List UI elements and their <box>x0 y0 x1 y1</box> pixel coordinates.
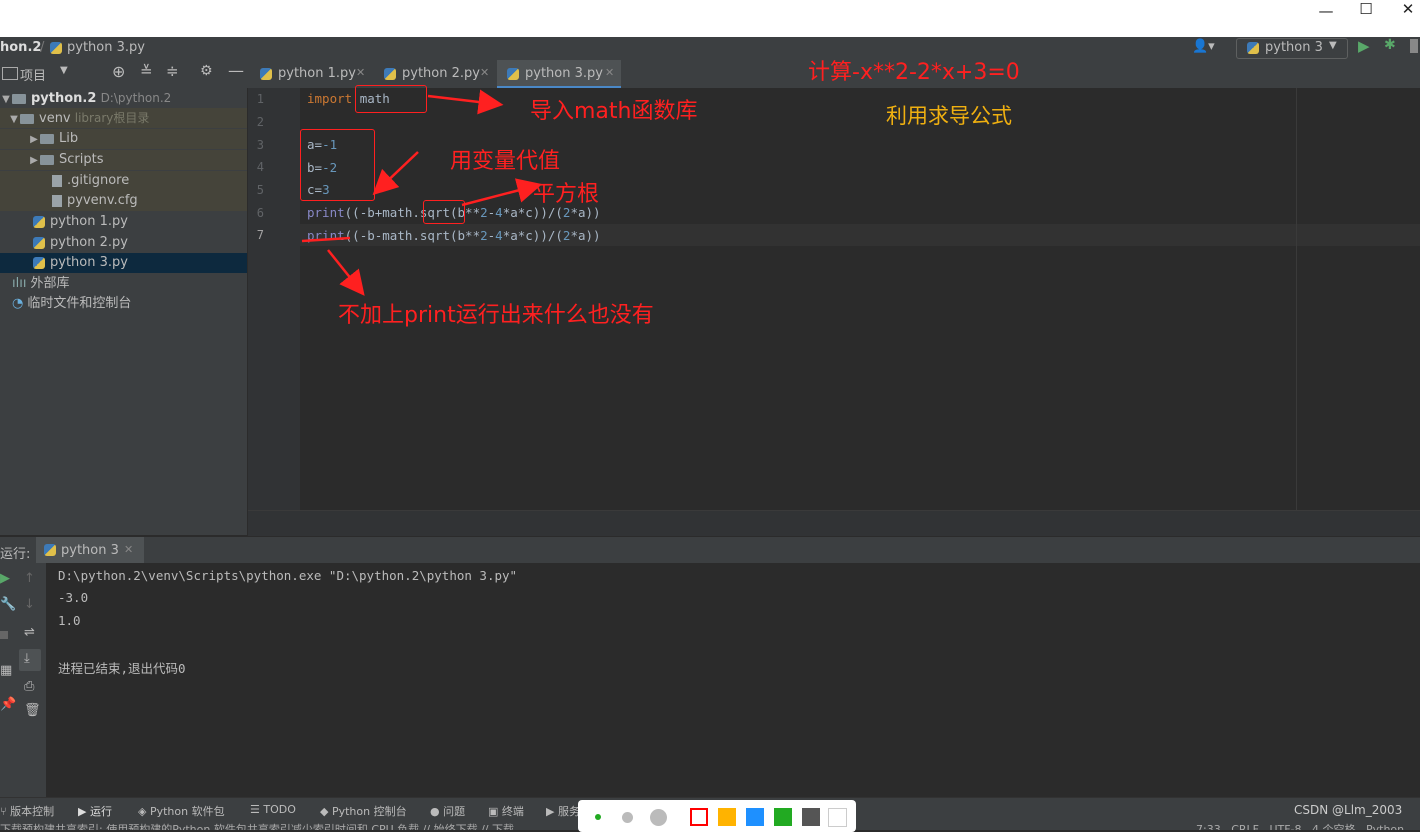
terminal-icon: ▣ <box>488 805 502 818</box>
tab-label: 终端 <box>501 805 524 818</box>
color-swatch-white[interactable] <box>828 808 847 827</box>
run-panel-sidebar: ▶ ↑ 🔧 ↓ ⇌ ⤓ ▦ ⎙ 📌 🗑 <box>0 563 46 797</box>
tab-label: 运行 <box>89 805 112 818</box>
brush-size-medium[interactable] <box>622 812 633 823</box>
package-icon: ◈ <box>138 805 150 818</box>
python-console-icon: ◆ <box>320 805 332 818</box>
tab-run[interactable]: ▶ 运行 <box>78 803 112 819</box>
run-panel-label: 运行: <box>0 547 31 562</box>
console-line: -3.0 <box>58 590 89 605</box>
annotation-print: 不加上print运行出来什么也没有 <box>338 303 654 328</box>
close-tab-icon[interactable]: ✕ <box>124 543 133 556</box>
console-line: 1.0 <box>58 613 81 628</box>
color-swatch-red[interactable] <box>690 808 708 826</box>
tab-label: 服务 <box>557 805 580 818</box>
console-line: D:\python.2\venv\Scripts\python.exe "D:\… <box>58 568 518 583</box>
tab-problems[interactable]: ● 问题 <box>430 803 465 819</box>
status-message[interactable]: 下载预构建共享索引: 使用预构建的Python 软件包共享索引减少索引时间和 C… <box>0 821 525 830</box>
tab-label: Python 控制台 <box>331 805 407 818</box>
status-info[interactable]: 7:33 CRLF UTF-8 4 个空格 Python <box>1196 821 1404 830</box>
tab-label: 问题 <box>443 805 466 818</box>
run-tab-python3[interactable]: python 3 ✕ <box>36 537 144 564</box>
python-icon <box>44 544 56 556</box>
color-swatch-green[interactable] <box>774 808 792 826</box>
color-swatch-blue[interactable] <box>746 808 764 826</box>
color-swatch-gray[interactable] <box>802 808 820 826</box>
underline-print <box>301 236 351 243</box>
watermark: CSDN @Llm_2003 <box>1294 803 1403 817</box>
scroll-to-end-button[interactable] <box>19 649 41 671</box>
print-icon[interactable]: ⎙ <box>24 679 34 694</box>
tab-python-console[interactable]: ◆ Python 控制台 <box>320 803 407 819</box>
services-icon: ▶ <box>546 805 558 818</box>
tab-label: 版本控制 <box>10 805 55 818</box>
console-line: 进程已结束,退出代码0 <box>58 661 186 676</box>
annotation-color-palette <box>578 800 856 832</box>
scroll-to-end-icon: ⤓ <box>24 651 30 666</box>
arrow-down-icon[interactable]: ↓ <box>24 597 35 612</box>
wrench-icon[interactable]: 🔧 <box>0 597 16 612</box>
run-panel-header: 运行: python 3 ✕ <box>0 536 1420 564</box>
list-icon: ☰ <box>250 803 264 816</box>
rerun-icon[interactable]: ▶ <box>0 571 10 586</box>
brush-size-large[interactable] <box>650 809 667 826</box>
annotation-import: 导入math函数库 <box>530 99 698 124</box>
arrow-vars <box>372 151 419 196</box>
arrow-up-icon[interactable]: ↑ <box>24 571 35 586</box>
layout-icon[interactable]: ▦ <box>0 663 12 678</box>
run-output-console[interactable] <box>46 563 1420 797</box>
tab-todo[interactable]: ☰ TODO <box>250 803 296 816</box>
brush-size-small[interactable] <box>595 814 601 820</box>
annotation-title: 计算-x**2-2*x+3=0 <box>808 60 1020 85</box>
pin-icon[interactable]: 📌 <box>0 697 16 712</box>
soft-wrap-icon[interactable]: ⇌ <box>24 625 35 640</box>
annotation-subtitle: 利用求导公式 <box>886 104 1012 128</box>
tab-terminal[interactable]: ▣ 终端 <box>488 803 524 819</box>
annotation-vars: 用变量代值 <box>450 149 561 174</box>
warning-icon: ● <box>430 805 444 818</box>
arrow-import <box>427 89 504 115</box>
run-tab-label: python 3 <box>61 543 119 558</box>
tab-services[interactable]: ▶ 服务 <box>546 803 580 819</box>
tab-label: Python 软件包 <box>149 805 225 818</box>
arrow-print <box>327 249 365 296</box>
tab-version-control[interactable]: ⑂ 版本控制 <box>0 803 54 819</box>
trash-icon[interactable]: 🗑 <box>24 703 41 718</box>
annotation-sqrt: 平方根 <box>533 182 600 207</box>
stop-icon[interactable] <box>0 631 8 639</box>
arrow-sqrt <box>461 178 543 207</box>
color-swatch-orange[interactable] <box>718 808 736 826</box>
tab-python-packages[interactable]: ◈ Python 软件包 <box>138 803 225 819</box>
branch-icon: ⑂ <box>0 805 11 818</box>
tab-label: TODO <box>263 803 296 816</box>
play-icon: ▶ <box>78 805 90 818</box>
